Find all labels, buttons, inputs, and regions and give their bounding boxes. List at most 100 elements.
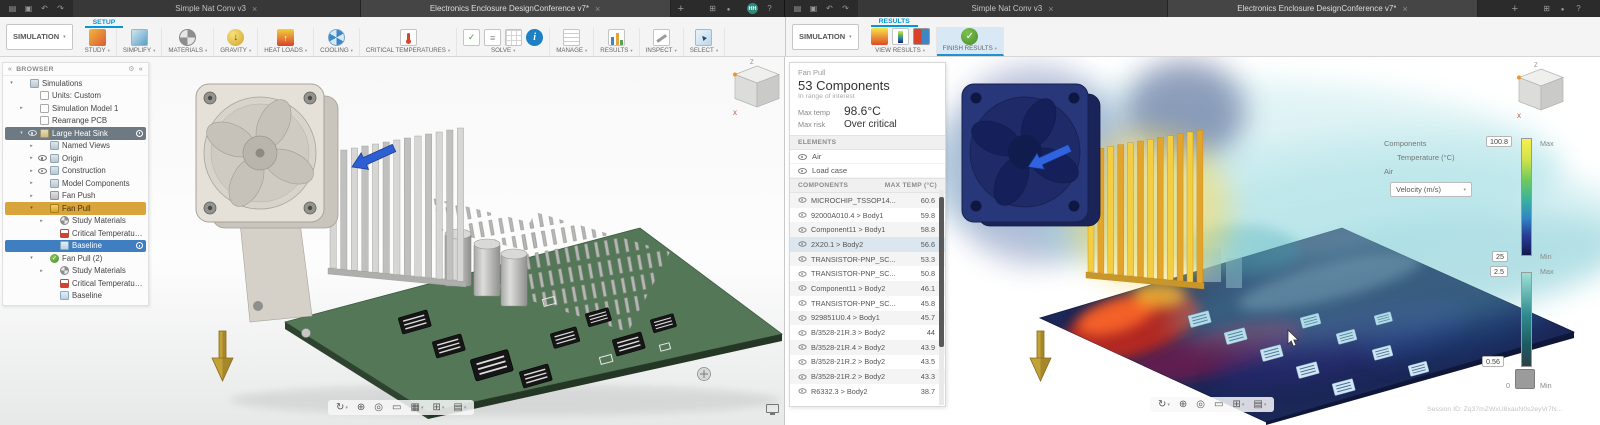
toolbar-group[interactable]: STUDY ▾ [79,28,117,56]
toolbar-group[interactable]: VIEW RESULTS ▾ [865,27,937,56]
close-icon[interactable] [252,4,257,14]
chevron-down-icon[interactable]: ▾ [153,48,155,54]
expand-arrow-icon[interactable]: ▸ [18,105,25,111]
tree-item[interactable]: Baseline [5,290,146,303]
component-row[interactable]: B/3528-21R.4 > Body2 43.9 [790,339,945,355]
tool-icon[interactable] [227,29,245,46]
temp-min-input[interactable]: 25 [1492,251,1508,262]
chevron-down-icon[interactable]: ▾ [205,48,207,54]
tree-item[interactable]: Critical Temperatures [5,227,146,240]
titlebar-icon[interactable] [55,4,66,13]
tool-icon[interactable] [399,29,417,46]
expand-arrow-icon[interactable]: ▸ [28,193,35,199]
expand-arrow-icon[interactable]: ▸ [28,168,35,174]
expand-arrow-icon[interactable]: ▾ [28,205,35,211]
tool-icon[interactable] [526,29,544,46]
expand-arrow-icon[interactable]: ▸ [38,268,45,274]
titlebar-icon[interactable] [1573,4,1584,13]
toolbar-group[interactable]: SELECT ▾ [684,28,726,56]
visibility-eye-icon[interactable] [798,388,807,394]
velocity-max-input[interactable]: 2.5 [1490,266,1508,277]
new-tab-button[interactable]: + [671,3,691,15]
visibility-eye-icon[interactable] [798,256,807,262]
document-tab[interactable]: Simple Nat Conv v3 [858,0,1168,17]
elements-header[interactable]: ELEMENTS [790,135,945,150]
toolbar-group[interactable]: MANAGE ▾ [550,28,595,56]
component-row[interactable]: R6332.3 > Body2 38.7 [790,384,945,399]
avatar[interactable]: HH [747,3,758,14]
toolbar-group[interactable]: INSPECT ▾ [640,28,684,56]
tool-icon[interactable] [652,29,670,46]
tool-icon[interactable] [463,29,481,46]
tool-icon[interactable] [484,29,502,46]
tree-item[interactable]: ▾ Fan Pull [5,202,146,215]
component-row[interactable]: TRANSISTOR-PNP_SC... 53.3 [790,251,945,267]
collapse-icon[interactable]: « [139,66,143,73]
nav-tool-icon[interactable] [1214,399,1223,410]
tree-item[interactable]: ▸ Named Views [5,140,146,153]
chevron-down-icon[interactable]: ▾ [674,48,676,54]
titlebar-icon[interactable] [723,4,734,13]
component-row[interactable]: B/3528-21R.2 > Body2 43.3 [790,369,945,384]
nav-tool-icon[interactable] [336,402,348,413]
cooling-fan-thermal[interactable] [961,83,1101,227]
visibility-eye-icon[interactable] [38,167,47,174]
component-row[interactable]: 92000A010.4 > Body1 59.8 [790,208,945,223]
tree-item[interactable]: ▸ Simulation Model 1 [5,102,146,115]
ribbon-tab-setup[interactable]: SETUP [84,17,124,28]
toolbar-group[interactable]: FINISH RESULTS ▾ [936,27,1004,56]
visibility-eye-icon[interactable] [798,329,807,336]
titlebar-icon[interactable] [1541,4,1552,13]
component-row[interactable]: 2X20.1 > Body2 56.6 [790,237,945,252]
nav-tool-icon[interactable] [432,402,444,413]
titlebar-icon[interactable] [824,4,835,13]
nav-tool-icon[interactable] [1196,399,1205,410]
titlebar-icon[interactable] [792,4,803,13]
document-tab[interactable]: Electronics Enclosure DesignConference v… [360,0,671,17]
component-row[interactable]: 929851U0.4 > Body1 45.7 [790,310,945,326]
expand-arrow-icon[interactable]: ▾ [8,80,15,86]
nav-tool-icon[interactable] [453,402,466,413]
nav-tool-icon[interactable] [1232,399,1244,410]
expand-arrow-icon[interactable]: ▸ [28,143,35,149]
visibility-eye-icon[interactable] [798,359,807,365]
visibility-eye-icon[interactable] [798,197,807,204]
collapse-icon[interactable]: « [8,66,12,73]
titlebar-icon[interactable] [808,4,819,13]
ribbon-tab-results[interactable]: RESULTS [870,17,918,27]
tool-icon[interactable] [130,29,148,46]
expand-arrow-icon[interactable]: ▸ [38,218,45,224]
visibility-eye-icon[interactable] [798,344,807,350]
toolbar-group[interactable]: RESULTS ▾ [594,28,640,56]
tree-item[interactable]: ▸ Model Components [5,177,146,190]
component-row[interactable]: B/3528-21R.3 > Body2 44 [790,325,945,340]
chevron-down-icon[interactable]: ▾ [716,48,718,54]
close-icon[interactable] [1402,4,1407,14]
document-tab[interactable]: Electronics Enclosure DesignConference v… [1168,0,1478,17]
help-icon[interactable] [764,4,775,13]
tree-item[interactable]: ▸ Construction [5,165,146,178]
toolbar-group[interactable]: COOLING ▾ [314,28,360,56]
tool-icon[interactable] [88,29,106,46]
chevron-down-icon[interactable]: ▾ [305,48,307,54]
titlebar-icon[interactable] [39,4,50,13]
tool-icon[interactable] [961,28,979,45]
component-row[interactable]: TRANSISTOR-PNP_SC... 50.8 [790,266,945,281]
toolbar-group[interactable]: SOLVE ▾ [457,28,551,56]
titlebar-icon[interactable] [1557,4,1568,13]
titlebar-icon[interactable] [7,4,18,13]
titlebar-icon[interactable] [23,4,34,13]
active-indicator-icon[interactable] [136,129,143,137]
visibility-eye-icon[interactable] [798,227,807,233]
nav-tool-icon[interactable] [374,402,383,413]
visibility-eye-icon[interactable] [798,153,807,160]
expand-arrow-icon[interactable]: ▸ [28,180,35,186]
nav-tool-icon[interactable] [410,402,423,413]
nav-tool-icon[interactable] [1253,399,1266,410]
expand-arrow-icon[interactable]: ▾ [28,255,35,261]
titlebar-icon[interactable] [840,4,851,13]
tool-icon[interactable] [563,29,581,46]
scrollbar[interactable] [939,190,944,405]
tree-item[interactable]: ▸ Fan Push [5,190,146,203]
chevron-down-icon[interactable]: ▾ [585,48,587,54]
